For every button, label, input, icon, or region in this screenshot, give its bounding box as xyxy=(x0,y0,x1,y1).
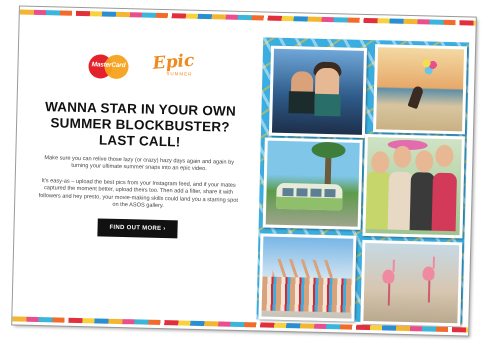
photo-friends-windsurf xyxy=(268,45,368,138)
headline: WANNA STAR IN YOUR OWN SUMMER BLOCKBUSTE… xyxy=(29,99,252,152)
photo-festival-friends xyxy=(362,133,465,239)
photo-camper-van xyxy=(262,137,363,230)
find-out-more-button[interactable]: FIND OUT MORE › xyxy=(97,218,178,239)
photo-collage xyxy=(256,37,470,327)
epic-logo-word: Epic xyxy=(151,50,196,74)
photo-flamingos xyxy=(360,239,463,327)
photo-beach-balloons xyxy=(372,44,468,135)
top-stripe-border xyxy=(19,9,476,26)
instructions-paragraph: It's easy-as – upload the best pics from… xyxy=(38,177,238,210)
mastercard-logo-text: MasterCard xyxy=(91,61,126,70)
logo-row: MasterCard Epic SUMMER xyxy=(30,47,253,90)
epic-summer-logo: Epic SUMMER xyxy=(151,50,213,85)
mastercard-logo: MasterCard xyxy=(88,54,129,80)
flyer-text-column: MasterCard Epic SUMMER WANNA STAR IN YOU… xyxy=(25,47,253,297)
intro-paragraph: Make sure you can relive those lazy (or … xyxy=(44,155,235,173)
flyer: MasterCard Epic SUMMER WANNA STAR IN YOU… xyxy=(12,6,476,336)
photo-concert-crowd xyxy=(258,233,357,322)
